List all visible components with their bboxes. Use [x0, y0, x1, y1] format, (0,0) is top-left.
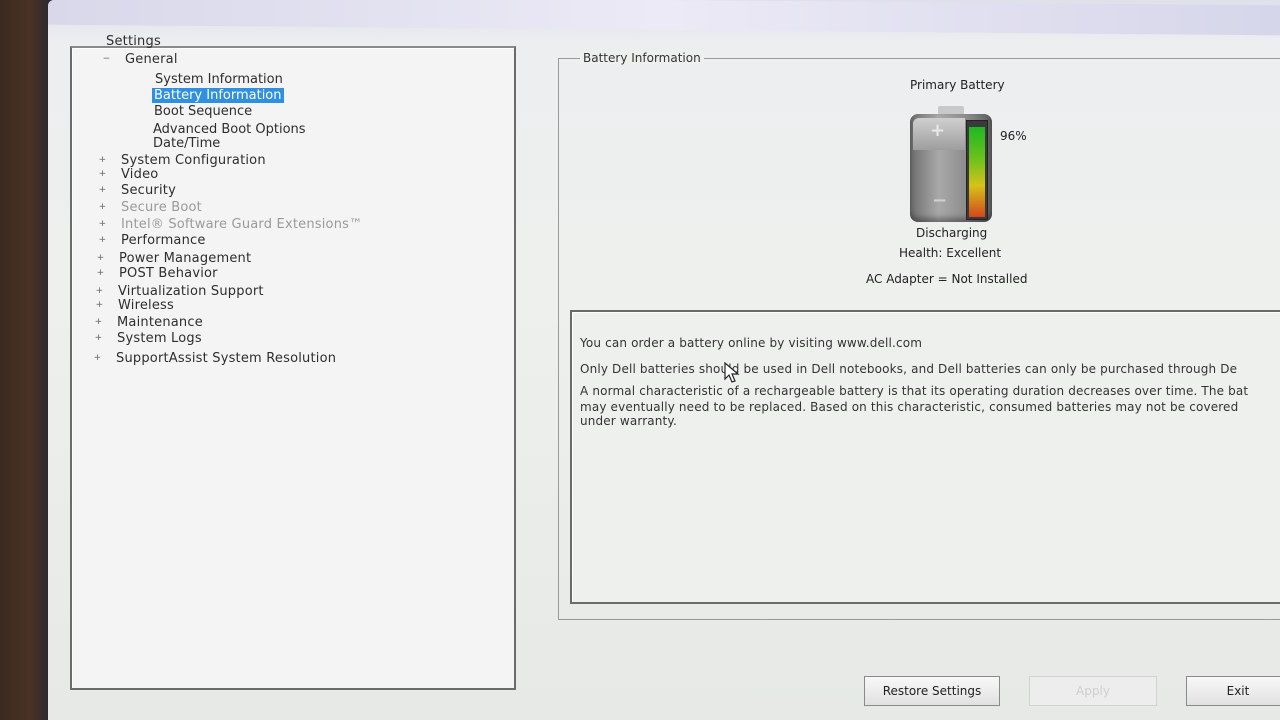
expand-icon[interactable]: +: [98, 236, 107, 245]
tree-node-post-behavior[interactable]: + POST Behavior: [96, 266, 218, 281]
tree-node-secure-boot[interactable]: + Secure Boot: [98, 200, 202, 215]
tree-node-maintenance[interactable]: + Maintenance: [94, 315, 203, 330]
monitor-bezel-left: [0, 0, 50, 720]
battery-charge-gauge: [966, 120, 988, 220]
expand-icon[interactable]: +: [98, 203, 107, 212]
primary-battery-label: Primary Battery: [910, 78, 1005, 92]
plus-icon: +: [930, 120, 946, 141]
expand-icon[interactable]: +: [94, 334, 103, 343]
tree-root-label: Settings: [106, 34, 161, 49]
battery-icon: + −: [910, 106, 994, 224]
tree-item-date-time[interactable]: Date/Time: [153, 136, 220, 151]
tree-item-advanced-boot-options[interactable]: Advanced Boot Options: [153, 122, 306, 137]
info-text-line: may eventually need to be replaced. Base…: [580, 400, 1239, 414]
expand-icon[interactable]: +: [98, 170, 107, 179]
bios-screen: Settings − General System Information Bat…: [48, 0, 1280, 720]
expand-icon[interactable]: +: [98, 220, 107, 229]
battery-info-textbox[interactable]: You can order a battery online by visiti…: [570, 310, 1280, 604]
minus-icon: −: [932, 190, 948, 211]
tree-item-battery-information[interactable]: Battery Information: [152, 88, 284, 103]
battery-percent: 96%: [1000, 129, 1027, 143]
info-text-line: You can order a battery online by visiti…: [580, 336, 923, 350]
tree-node-system-configuration[interactable]: + System Configuration: [98, 153, 266, 168]
expand-icon[interactable]: +: [95, 287, 104, 296]
tree-node-intel-sgx[interactable]: + Intel® Software Guard Extensions™: [98, 217, 363, 232]
expand-icon[interactable]: +: [96, 269, 105, 278]
expand-icon[interactable]: +: [96, 254, 105, 263]
tree-node-performance[interactable]: + Performance: [98, 233, 206, 248]
tree-node-security[interactable]: + Security: [98, 183, 176, 198]
tree-node-supportassist[interactable]: + SupportAssist System Resolution: [93, 351, 336, 366]
expand-icon[interactable]: +: [98, 186, 107, 195]
expand-icon[interactable]: +: [93, 354, 102, 363]
tree-item-boot-sequence[interactable]: Boot Sequence: [154, 104, 252, 119]
battery-state: Discharging: [916, 226, 988, 240]
tree-node-virtualization-support[interactable]: + Virtualization Support: [95, 284, 264, 299]
battery-charge-fill: [969, 126, 985, 217]
tree-node-general[interactable]: − General: [102, 52, 178, 67]
exit-button[interactable]: Exit: [1186, 676, 1280, 706]
info-text-line: Only Dell batteries should be used in De…: [580, 362, 1238, 376]
tree-node-video[interactable]: + Video: [98, 167, 159, 182]
tree-node-power-management[interactable]: + Power Management: [96, 251, 251, 266]
collapse-icon[interactable]: −: [102, 55, 111, 64]
group-title: Battery Information: [580, 51, 704, 65]
apply-button[interactable]: Apply: [1029, 676, 1157, 706]
expand-icon[interactable]: +: [95, 301, 104, 310]
info-text-line: A normal characteristic of a rechargeabl…: [580, 384, 1249, 398]
expand-icon[interactable]: +: [98, 156, 107, 165]
battery-health: Health: Excellent: [899, 246, 1002, 260]
info-text-line: under warranty.: [580, 414, 677, 428]
tree-item-system-information[interactable]: System Information: [155, 72, 283, 87]
ac-adapter-status: AC Adapter = Not Installed: [866, 272, 1028, 286]
restore-settings-button[interactable]: Restore Settings: [864, 676, 1000, 706]
tree-node-wireless[interactable]: + Wireless: [95, 298, 174, 313]
mouse-cursor-icon: [724, 362, 740, 383]
tree-node-system-logs[interactable]: + System Logs: [94, 331, 202, 346]
expand-icon[interactable]: +: [94, 318, 103, 327]
